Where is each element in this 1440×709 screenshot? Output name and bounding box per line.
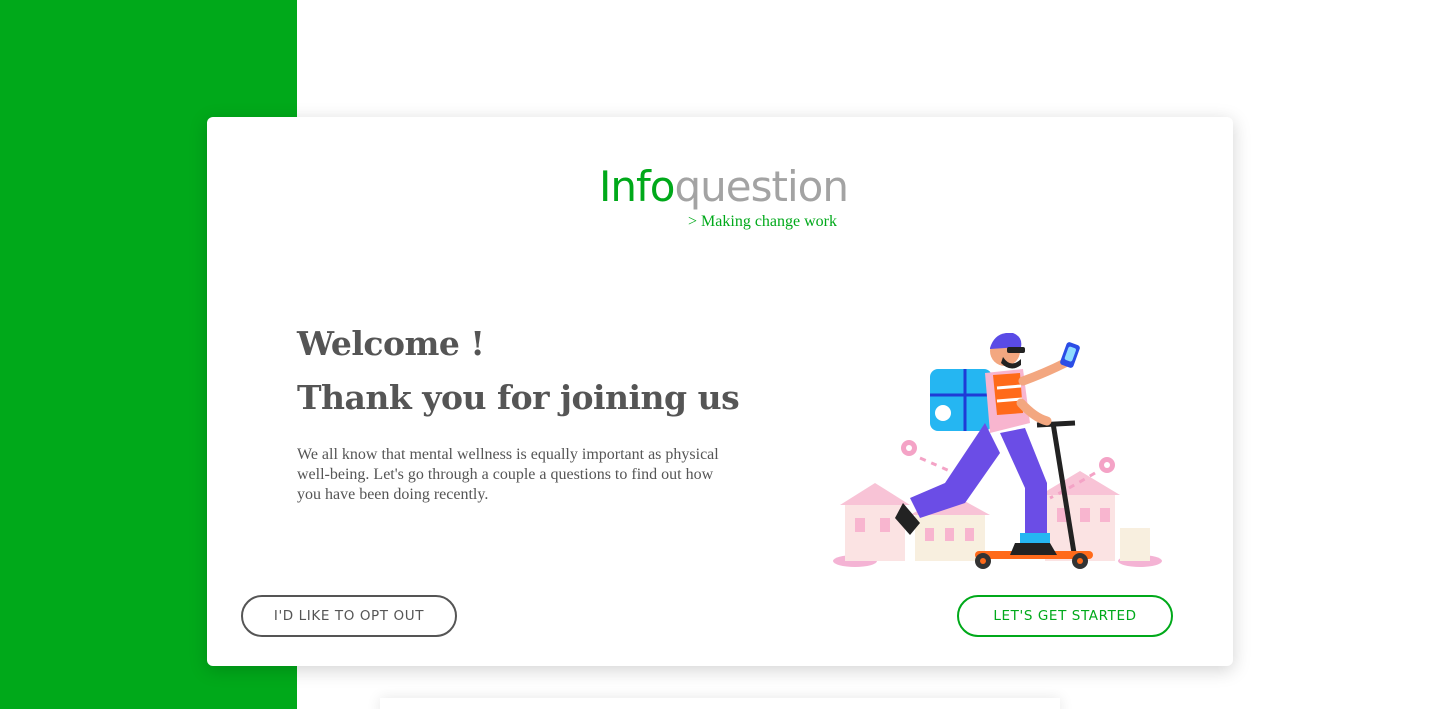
brand-name-part1: Info <box>599 162 675 211</box>
welcome-heading: Welcome ! Thank you for joining us <box>297 317 757 425</box>
opt-out-button[interactable]: I'D LIKE TO OPT OUT <box>241 595 457 637</box>
get-started-button[interactable]: LET'S GET STARTED <box>957 595 1173 637</box>
brand-tagline: > Making change work <box>688 213 837 230</box>
welcome-card: Infoquestion > Making change work Welcom… <box>207 117 1233 666</box>
intro-text: We all know that mental wellness is equa… <box>297 446 719 503</box>
brand-logo: Infoquestion > Making change work <box>599 161 849 235</box>
brand-name-part2: question <box>674 162 849 211</box>
brand-wordmark: Infoquestion <box>599 161 849 213</box>
scooter-delivery-illustration <box>833 333 1162 569</box>
welcome-title: Welcome ! <box>297 324 485 363</box>
welcome-subtitle: Thank you for joining us <box>297 378 740 417</box>
background-card-edge <box>380 698 1060 709</box>
town-buildings-icon <box>840 471 1150 561</box>
page: Infoquestion > Making change work Welcom… <box>0 0 1440 709</box>
